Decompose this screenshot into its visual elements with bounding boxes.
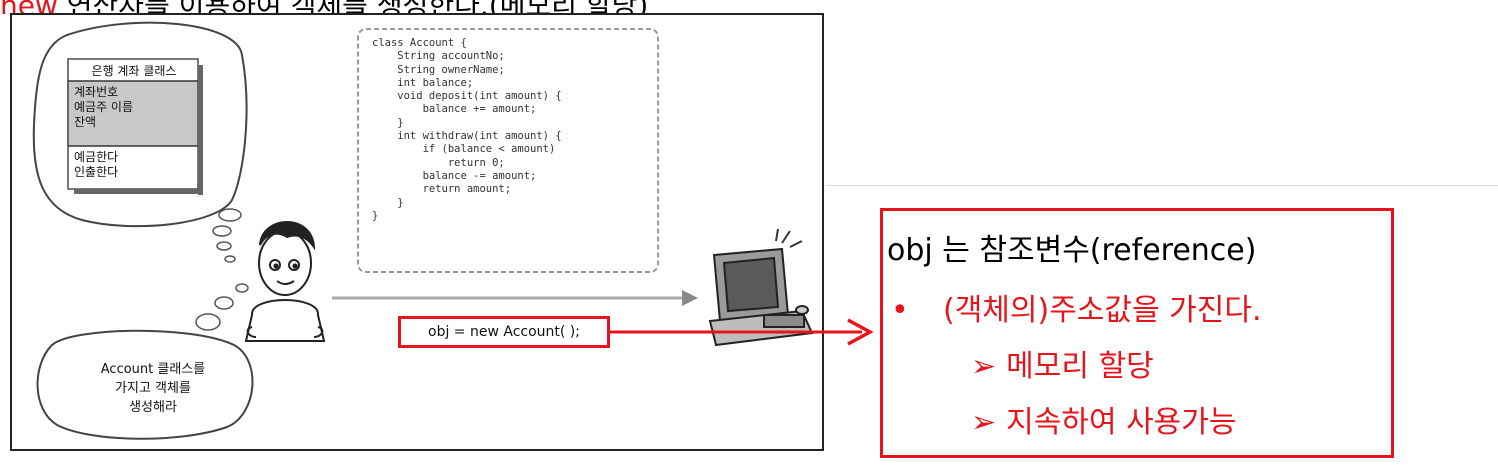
code-line: int withdraw(int amount) { [372,130,562,143]
bubble-line: 생성해라 [129,400,177,415]
account-figure: 은행 계좌 클래스 계좌번호 예금주 이름 잔액 예금한다 인출한다 class… [10,13,824,451]
note-sub-item: ➢ 메모리 할당 [971,341,1154,385]
divider-line [826,185,1498,186]
code-line: return amount; [372,183,512,196]
note-bullet: • (객체의)주소값을 가진다. [891,285,1261,329]
class-box-title: 은행 계좌 클래스 [91,64,177,78]
person-figure-icon [244,221,326,342]
class-method: 인출한다 [74,165,119,179]
note-bullet-text: (객체의)주소값을 가진다. [943,293,1262,328]
class-method: 예금한다 [74,150,119,164]
code-line: if (balance < amount) [372,143,556,156]
header-rest: 연산자를 이용하여 객체를 생성한다.(메모리 할당) [58,0,649,14]
sub-marker: ➢ [971,349,997,384]
class-field: 예금주 이름 [74,100,134,114]
account-class-code: class Account { String accountNo; String… [372,37,652,223]
class-field: 계좌번호 [74,85,119,99]
note-sub-text: 메모리 할당 [1006,349,1154,384]
note-title: obj 는 참조변수(reference) [887,233,1257,268]
class-box-methods: 예금한다 인출한다 [74,150,118,180]
code-line: String ownerName; [372,63,505,76]
code-line: } [372,209,379,222]
code-line: return 0; [372,156,505,169]
note-sub-text: 지속하여 사용가능 [1006,405,1237,440]
code-line: balance += amount; [372,103,537,116]
object-creation-statement: obj = new Account( ); [398,316,610,348]
class-box-fields: 계좌번호 예금주 이름 잔액 [74,85,133,130]
code-line: balance -= amount; [372,169,537,182]
code-line: int balance; [372,76,474,89]
code-line: } [372,196,404,209]
reference-note: obj 는 참조변수(reference) • (객체의)주소값을 가진다. ➢ 메… [880,208,1394,458]
header-lead: new [0,0,58,14]
header-fragment: new 연산자를 이용하여 객체를 생성한다.(메모리 할당) [0,0,960,14]
code-line: void deposit(int amount) { [372,90,562,103]
speech-bubble-text: Account 클래스를 가지고 객체를 생성해라 [58,360,248,417]
code-line: } [372,116,404,129]
code-line: class Account { [372,37,467,49]
computer-monitor-icon [708,228,814,347]
code-line: String accountNo; [372,50,505,63]
class-field: 잔액 [74,115,97,129]
bubble-line: Account 클래스를 [100,362,206,377]
bubble-line: 가지고 객체를 [115,381,191,396]
sub-marker: ➢ [971,405,997,440]
bullet-marker: • [891,293,909,328]
note-sub-item: ➢ 지속하여 사용가능 [971,397,1236,441]
